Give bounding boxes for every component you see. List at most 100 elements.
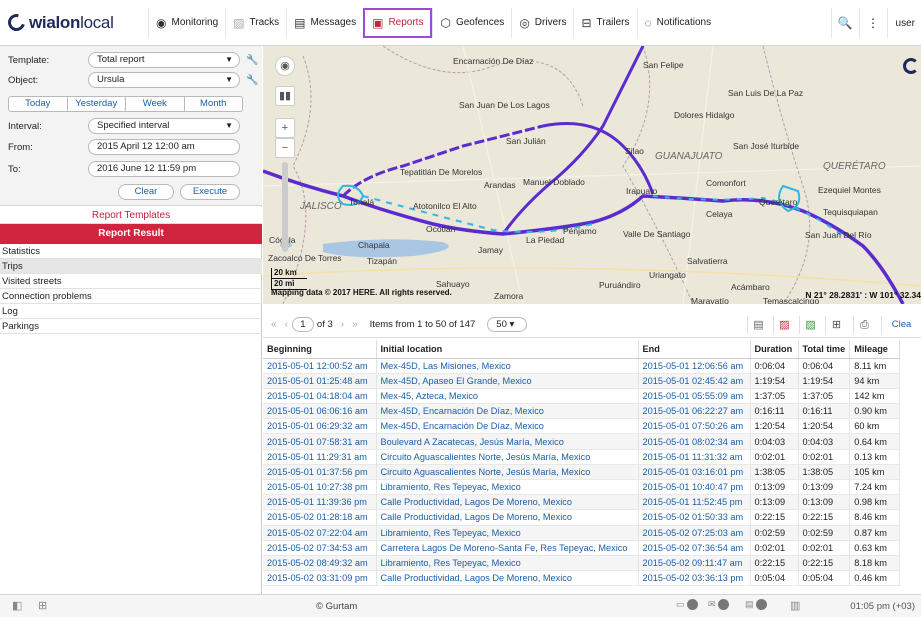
wialon-logo[interactable]: wialonlocal bbox=[0, 0, 148, 45]
end-cell[interactable]: 2015-05-02 07:36:54 am bbox=[638, 540, 751, 556]
last-page-icon[interactable]: » bbox=[352, 319, 358, 330]
result-item-log[interactable]: Log bbox=[0, 304, 262, 319]
initial-location-cell[interactable]: Mex-45D, Las Misiones, Mexico bbox=[376, 358, 639, 374]
end-cell[interactable]: 2015-05-02 07:25:03 am bbox=[638, 525, 751, 541]
wrench-icon[interactable]: 🔧 bbox=[246, 55, 258, 66]
beginning-cell[interactable]: 2015-05-02 08:49:32 am bbox=[263, 555, 377, 572]
pdf-export-icon[interactable]: ▨ bbox=[773, 316, 795, 334]
initial-location-cell[interactable]: Calle Productividad, Lagos De Moreno, Me… bbox=[376, 509, 639, 526]
nav-notifications[interactable]: ◌ Notifications bbox=[636, 7, 719, 38]
beginning-cell[interactable]: 2015-05-01 01:37:56 pm bbox=[263, 464, 377, 481]
column-header[interactable]: Initial location bbox=[376, 340, 639, 359]
execute-button[interactable]: Execute bbox=[180, 184, 240, 200]
next-page-icon[interactable]: › bbox=[341, 319, 344, 330]
wrench-icon[interactable]: 🔧 bbox=[246, 75, 258, 86]
table-row[interactable]: 2015-05-01 12:00:52 am Mex-45D, Las Misio… bbox=[263, 358, 901, 374]
column-header[interactable]: End bbox=[638, 340, 751, 359]
result-item-trips[interactable]: Trips bbox=[0, 259, 262, 274]
nav-tracks[interactable]: ▨ Tracks bbox=[225, 7, 286, 38]
template-select[interactable]: Total report ▼ bbox=[88, 52, 240, 68]
more-menu-icon[interactable]: ⋮ bbox=[858, 8, 887, 38]
nav-drivers[interactable]: ◎ Drivers bbox=[511, 7, 573, 38]
initial-location-cell[interactable]: Mex-45D, Apaseo El Grande, Mexico bbox=[376, 373, 639, 389]
search-icon[interactable]: 🔍 bbox=[830, 8, 859, 38]
table-row[interactable]: 2015-05-01 01:25:48 am Mex-45D, Apaseo El… bbox=[263, 373, 901, 389]
column-header[interactable]: Duration bbox=[750, 340, 799, 359]
end-cell[interactable]: 2015-05-01 06:22:27 am bbox=[638, 403, 751, 420]
end-cell[interactable]: 2015-05-01 11:52:45 pm bbox=[638, 494, 751, 511]
beginning-cell[interactable]: 2015-05-02 07:22:04 am bbox=[263, 525, 377, 541]
nav-messages[interactable]: ▤ Messages bbox=[286, 7, 363, 38]
end-cell[interactable]: 2015-05-02 01:50:33 am bbox=[638, 509, 751, 526]
table-row[interactable]: 2015-05-02 03:31:09 pm Calle Productivida… bbox=[263, 570, 901, 587]
table-row[interactable]: 2015-05-01 01:37:56 pm Circuito Aguascali… bbox=[263, 464, 901, 481]
end-cell[interactable]: 2015-05-01 03:16:01 pm bbox=[638, 464, 751, 481]
table-row[interactable]: 2015-05-01 04:18:04 am Mex-45, Azteca, Me… bbox=[263, 388, 901, 405]
tab-week[interactable]: Week bbox=[126, 97, 185, 111]
result-item-visited-streets[interactable]: Visited streets bbox=[0, 274, 262, 289]
table-row[interactable]: 2015-05-02 08:49:32 am Libramiento, Res T… bbox=[263, 555, 901, 572]
print-preview-icon[interactable]: ▤ bbox=[747, 316, 769, 334]
interval-select[interactable]: Specified interval ▼ bbox=[88, 118, 240, 134]
beginning-cell[interactable]: 2015-05-02 07:34:53 am bbox=[263, 540, 377, 556]
beginning-cell[interactable]: 2015-05-01 12:00:52 am bbox=[263, 358, 377, 374]
table-row[interactable]: 2015-05-01 11:39:36 pm Calle Productivida… bbox=[263, 494, 901, 511]
layers-icon[interactable]: ▮▮ bbox=[275, 86, 295, 106]
column-header[interactable]: Mileage bbox=[849, 340, 901, 359]
initial-location-cell[interactable]: Carretera Lagos De Moreno-Santa Fe, Res … bbox=[376, 540, 639, 556]
initial-location-cell[interactable]: Libramiento, Res Tepeyac, Mexico bbox=[376, 525, 639, 541]
result-item-parkings[interactable]: Parkings bbox=[0, 319, 262, 334]
initial-location-cell[interactable]: Circuito Aguascalientes Norte, Jesús Mar… bbox=[376, 464, 639, 481]
end-cell[interactable]: 2015-05-02 03:36:13 pm bbox=[638, 570, 751, 587]
clear-button[interactable]: Clear bbox=[118, 184, 174, 200]
table-row[interactable]: 2015-05-02 07:22:04 am Libramiento, Res T… bbox=[263, 525, 901, 541]
beginning-cell[interactable]: 2015-05-02 01:28:18 am bbox=[263, 509, 377, 526]
end-cell[interactable]: 2015-05-02 09:11:47 am bbox=[638, 555, 751, 572]
initial-location-cell[interactable]: Libramiento, Res Tepeyac, Mexico bbox=[376, 479, 639, 496]
initial-location-cell[interactable]: Mex-45D, Encarnación De Díaz, Mexico bbox=[376, 403, 639, 420]
table-row[interactable]: 2015-05-01 07:58:31 am Boulevard A Zacate… bbox=[263, 433, 901, 450]
zoom-in-button[interactable]: + bbox=[275, 118, 295, 138]
grid-icon[interactable]: ⊞ bbox=[38, 599, 47, 612]
nav-monitoring[interactable]: ◉ Monitoring bbox=[148, 7, 225, 38]
table-row[interactable]: 2015-05-02 01:28:18 am Calle Productivida… bbox=[263, 509, 901, 526]
prev-page-icon[interactable]: ‹ bbox=[285, 319, 288, 330]
units-icon[interactable]: ▥ bbox=[790, 599, 800, 612]
initial-location-cell[interactable]: Circuito Aguascalientes Norte, Jesús Mar… bbox=[376, 449, 639, 465]
map-view[interactable]: Encarnación De Díaz San Felipe San Luis De… bbox=[263, 46, 921, 304]
zoom-slider[interactable] bbox=[282, 162, 288, 252]
initial-location-cell[interactable]: Boulevard A Zacatecas, Jesús María, Mexi… bbox=[376, 433, 639, 450]
end-cell[interactable]: 2015-05-01 08:02:34 am bbox=[638, 433, 751, 450]
panel-toggle-icon[interactable]: ◧ bbox=[12, 599, 22, 612]
to-date-input[interactable]: 2016 June 12 11:59 pm bbox=[88, 161, 240, 177]
nav-geofences[interactable]: ⬡ Geofences bbox=[432, 7, 511, 38]
initial-location-cell[interactable]: Mex-45, Azteca, Mexico bbox=[376, 388, 639, 405]
end-cell[interactable]: 2015-05-01 05:55:09 am bbox=[638, 388, 751, 405]
nav-trailers[interactable]: ⊟ Trailers bbox=[573, 7, 636, 38]
end-cell[interactable]: 2015-05-01 12:06:56 am bbox=[638, 358, 751, 374]
beginning-cell[interactable]: 2015-05-01 04:18:04 am bbox=[263, 388, 377, 405]
end-cell[interactable]: 2015-05-01 02:45:42 am bbox=[638, 373, 751, 389]
report-result-header[interactable]: Report Result bbox=[0, 224, 262, 244]
print-icon[interactable]: ⎙ bbox=[853, 316, 875, 334]
clear-results-button[interactable]: Clea bbox=[881, 316, 921, 334]
zoom-out-button[interactable]: − bbox=[275, 138, 295, 158]
beginning-cell[interactable]: 2015-05-01 11:29:31 am bbox=[263, 449, 377, 465]
table-row[interactable]: 2015-05-01 06:29:32 am Mex-45D, Encarnaci… bbox=[263, 418, 901, 435]
events-status[interactable]: ✉ bbox=[708, 599, 729, 610]
end-cell[interactable]: 2015-05-01 11:31:32 am bbox=[638, 449, 751, 465]
initial-location-cell[interactable]: Mex-45D, Encarnación De Díaz, Mexico bbox=[376, 418, 639, 435]
end-cell[interactable]: 2015-05-01 10:40:47 pm bbox=[638, 479, 751, 496]
initial-location-cell[interactable]: Libramiento, Res Tepeyac, Mexico bbox=[376, 555, 639, 572]
from-date-input[interactable]: 2015 April 12 12:00 am bbox=[88, 139, 240, 155]
column-header[interactable]: Beginning bbox=[263, 340, 377, 359]
beginning-cell[interactable]: 2015-05-01 07:58:31 am bbox=[263, 433, 377, 450]
initial-location-cell[interactable]: Calle Productividad, Lagos De Moreno, Me… bbox=[376, 494, 639, 511]
excel-export-icon[interactable]: ▨ bbox=[799, 316, 821, 334]
column-header[interactable]: Total time bbox=[798, 340, 851, 359]
end-cell[interactable]: 2015-05-01 07:50:26 am bbox=[638, 418, 751, 435]
object-select[interactable]: Ursula ▼ bbox=[88, 72, 240, 88]
table-row[interactable]: 2015-05-02 07:34:53 am Carretera Lagos De… bbox=[263, 540, 901, 556]
nav-reports[interactable]: ▣ Reports bbox=[363, 7, 433, 38]
page-input[interactable]: 1 bbox=[291, 317, 314, 332]
